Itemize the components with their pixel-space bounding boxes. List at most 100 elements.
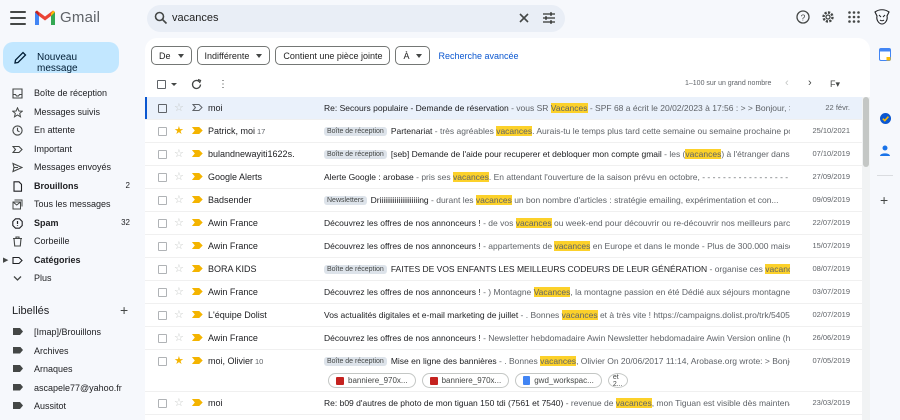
important-marker-icon[interactable]: [192, 309, 203, 320]
label-badge[interactable]: Newsletters: [324, 196, 367, 205]
important-marker-icon[interactable]: [192, 397, 203, 408]
filter-from-chip[interactable]: De: [151, 46, 192, 65]
important-marker-icon[interactable]: [192, 194, 203, 205]
label-item[interactable]: Aussitot: [0, 397, 140, 416]
row-checkbox[interactable]: [158, 173, 167, 182]
nav-categories[interactable]: ▶ Catégories: [0, 251, 140, 270]
star-icon[interactable]: ☆: [174, 147, 184, 160]
email-row[interactable]: ☆ Awin France Découvrez les offres de nos …: [145, 235, 862, 258]
row-checkbox[interactable]: [158, 219, 167, 228]
apps-grid-icon[interactable]: [847, 10, 861, 24]
nav-sent[interactable]: Messages envoyés: [0, 158, 140, 177]
label-badge[interactable]: Boîte de réception: [324, 150, 387, 159]
important-marker-icon[interactable]: [192, 332, 203, 343]
nav-important[interactable]: Important: [0, 140, 140, 159]
row-checkbox[interactable]: [158, 104, 167, 113]
row-checkbox[interactable]: [158, 357, 167, 366]
row-checkbox[interactable]: [158, 311, 167, 320]
important-marker-icon[interactable]: [192, 148, 203, 159]
row-checkbox[interactable]: [158, 399, 167, 408]
row-checkbox[interactable]: [158, 127, 167, 136]
search-bar[interactable]: vacances: [147, 5, 565, 32]
important-marker-icon[interactable]: [192, 240, 203, 251]
email-row[interactable]: ☆ bulandnewayiti1622s. Boîte de réception[…: [145, 143, 862, 166]
attachment-chip[interactable]: banniere_970x...: [421, 373, 510, 388]
star-icon[interactable]: ☆: [174, 170, 184, 183]
help-icon[interactable]: ?: [796, 10, 810, 24]
get-addons-icon[interactable]: +: [880, 192, 888, 208]
filter-date-chip[interactable]: Indifférente: [196, 46, 271, 65]
label-item[interactable]: Archives: [0, 342, 140, 361]
attachment-chip[interactable]: gwd_workspac...: [515, 373, 602, 388]
nav-more[interactable]: Plus: [0, 269, 140, 288]
email-row[interactable]: ☆ Badsender Newsletters Driiiiiiiiiiiiiiiii…: [145, 189, 862, 212]
email-row[interactable]: ☆ BORA KIDS Boîte de réception FAITES DE VO…: [145, 258, 862, 281]
important-marker-icon[interactable]: [192, 286, 203, 297]
star-icon[interactable]: ★: [174, 124, 184, 137]
label-item[interactable]: Arnaques: [0, 360, 140, 379]
label-badge[interactable]: Boîte de réception: [324, 127, 387, 136]
more-vert-icon[interactable]: ⋮: [218, 79, 228, 90]
search-icon[interactable]: [154, 11, 168, 25]
attachment-chip[interactable]: banniere_970x...: [328, 373, 416, 388]
main-menu-icon[interactable]: [10, 11, 26, 25]
more-attachments[interactable]: et 2...: [607, 373, 628, 388]
email-row[interactable]: ☆ Awin France Découvrez les offres de nos …: [145, 327, 862, 350]
nav-trash[interactable]: Corbeille: [0, 232, 140, 251]
nav-spam[interactable]: Spam 32: [0, 214, 140, 233]
important-marker-icon[interactable]: [192, 102, 203, 113]
star-icon[interactable]: ★: [174, 354, 184, 367]
nav-drafts[interactable]: Brouillons 2: [0, 177, 140, 196]
compose-button[interactable]: Nouveau message: [3, 42, 119, 74]
email-row[interactable]: ☆ Google Alerts Alerte Google : arobase - …: [145, 166, 862, 189]
filter-attachment-chip[interactable]: Contient une pièce jointe: [275, 46, 391, 65]
row-checkbox[interactable]: [158, 265, 167, 274]
clear-search-icon[interactable]: [517, 11, 531, 25]
gear-icon[interactable]: [821, 10, 835, 24]
tasks-icon[interactable]: [879, 112, 892, 125]
star-icon[interactable]: ☆: [174, 396, 184, 409]
calendar-icon[interactable]: [879, 48, 891, 61]
email-row[interactable]: ★ moi, Olivier 10 Boîte de réception Mise en…: [145, 350, 862, 392]
email-row[interactable]: ★ Patrick, moi 17 Boîte de réception Partena…: [145, 120, 862, 143]
important-marker-icon[interactable]: [192, 171, 203, 182]
label-badge[interactable]: Boîte de réception: [324, 357, 387, 366]
account-avatar[interactable]: [873, 8, 891, 26]
expand-caret-icon[interactable]: ▶: [3, 256, 8, 264]
star-icon[interactable]: ☆: [174, 101, 184, 114]
label-item[interactable]: [Imap]/Brouillons: [0, 323, 140, 342]
select-dropdown-icon[interactable]: [171, 83, 177, 86]
row-checkbox[interactable]: [158, 196, 167, 205]
row-checkbox[interactable]: [158, 334, 167, 343]
contacts-icon[interactable]: [879, 144, 891, 157]
filter-to-chip[interactable]: À: [395, 46, 431, 65]
important-marker-icon[interactable]: [192, 263, 203, 274]
star-icon[interactable]: ☆: [174, 308, 184, 321]
prev-page-icon[interactable]: ‹: [785, 77, 789, 89]
gmail-logo[interactable]: Gmail: [35, 9, 100, 26]
row-checkbox[interactable]: [158, 242, 167, 251]
row-checkbox[interactable]: [158, 288, 167, 297]
refresh-icon[interactable]: [190, 78, 203, 91]
row-checkbox[interactable]: [158, 150, 167, 159]
nav-snoozed[interactable]: En attente: [0, 121, 140, 140]
important-marker-icon[interactable]: [192, 217, 203, 228]
email-row[interactable]: ☆ Awin France Découvrez les offres de nos …: [145, 212, 862, 235]
star-icon[interactable]: ☆: [174, 285, 184, 298]
search-input[interactable]: vacances: [172, 12, 218, 24]
star-icon[interactable]: ☆: [174, 193, 184, 206]
important-marker-icon[interactable]: [192, 125, 203, 136]
advanced-search-link[interactable]: Recherche avancée: [438, 46, 518, 66]
filter-options-icon[interactable]: [542, 11, 556, 25]
scrollbar-thumb[interactable]: [863, 97, 869, 167]
email-row[interactable]: ☆ L'équipe Dolist Vos actualités digitales…: [145, 304, 862, 327]
nav-inbox[interactable]: Boîte de réception: [0, 84, 140, 103]
select-all-checkbox[interactable]: [157, 80, 166, 89]
email-row[interactable]: ☆ Awin France Découvrez les offres de nos …: [145, 281, 862, 304]
email-row[interactable]: ☆ moi Re: Secours populaire - Demande de r…: [145, 97, 862, 120]
star-icon[interactable]: ☆: [174, 331, 184, 344]
add-label-icon[interactable]: +: [120, 302, 128, 318]
star-icon[interactable]: ☆: [174, 239, 184, 252]
nav-starred[interactable]: Messages suivis: [0, 103, 140, 122]
label-badge[interactable]: Boîte de réception: [324, 265, 387, 274]
